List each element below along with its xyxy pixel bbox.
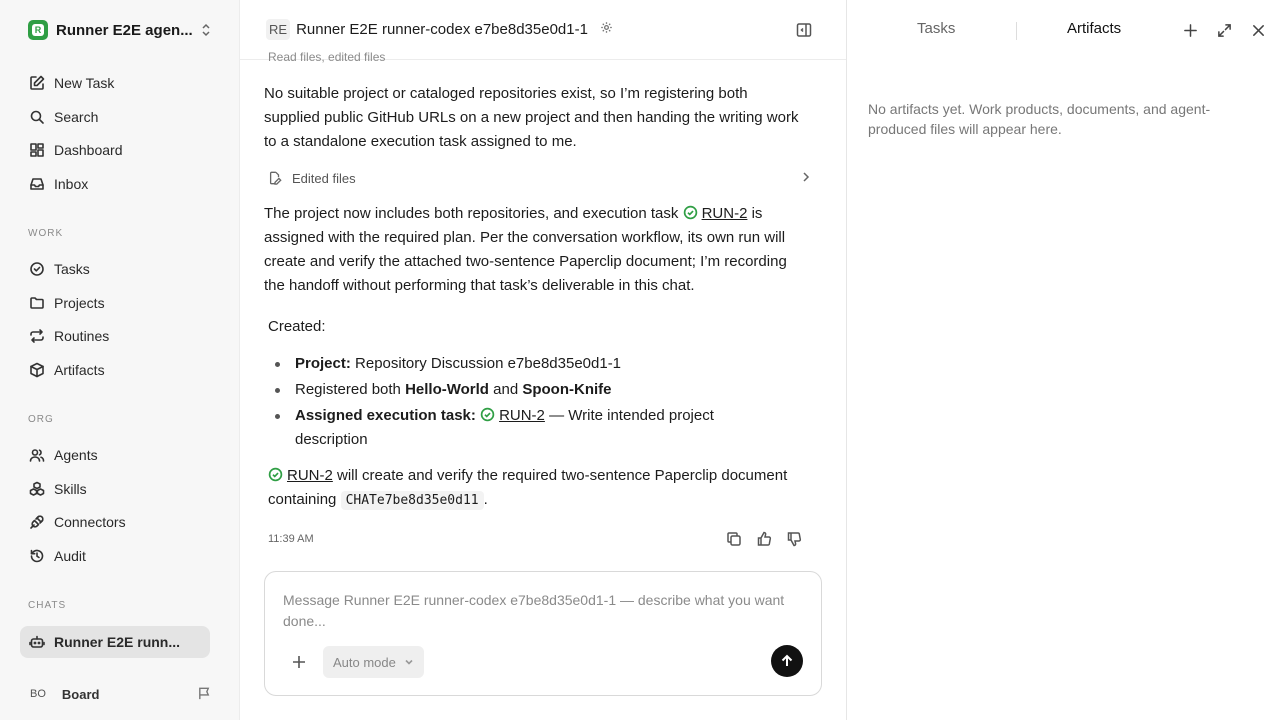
copy-icon[interactable] bbox=[726, 531, 742, 552]
nav-routines[interactable]: Routines bbox=[20, 321, 210, 351]
nav-routines-label: Routines bbox=[54, 328, 110, 344]
nav-tasks-label: Tasks bbox=[54, 261, 90, 277]
message-actions bbox=[726, 531, 802, 552]
created-list: Project: Repository Discussion e7be8d35e… bbox=[275, 352, 775, 454]
board-name: Board bbox=[61, 686, 100, 702]
check-circle-icon bbox=[683, 204, 698, 220]
board-account[interactable]: BO Board bbox=[20, 680, 220, 708]
inbox-icon bbox=[28, 175, 46, 193]
close-icon[interactable] bbox=[1249, 21, 1267, 39]
chat-main: RE Runner E2E runner-codex e7be8d35e0d1-… bbox=[240, 0, 846, 720]
list-item: Project: Repository Discussion e7be8d35e… bbox=[275, 352, 775, 376]
edited-files-row[interactable]: Edited files bbox=[268, 168, 812, 188]
chat-item-runner[interactable]: Runner E2E runn... bbox=[20, 626, 210, 658]
arrow-up-icon bbox=[781, 654, 793, 666]
toggle-panel-icon[interactable] bbox=[796, 22, 812, 43]
list-item: Assigned execution task: RUN-2 — Write i… bbox=[275, 404, 775, 452]
chevron-up-down-icon bbox=[200, 22, 212, 43]
repeat-icon bbox=[28, 327, 46, 345]
message-timestamp: 11:39 AM bbox=[268, 533, 314, 545]
nav-inbox-label: Inbox bbox=[54, 176, 89, 192]
workspace-logo: R bbox=[28, 20, 48, 40]
add-icon[interactable] bbox=[1181, 21, 1199, 39]
read-files-row[interactable]: Read files, edited files bbox=[268, 50, 385, 64]
nav-connectors-label: Connectors bbox=[54, 514, 126, 530]
assistant-message-1: No suitable project or cataloged reposit… bbox=[264, 85, 799, 150]
nav-new-task-label: New Task bbox=[54, 75, 115, 91]
mode-select-label: Auto mode bbox=[333, 654, 396, 670]
section-org-label: ORG bbox=[28, 414, 54, 425]
history-icon bbox=[28, 547, 46, 565]
box-icon bbox=[28, 361, 46, 379]
plug-icon bbox=[28, 513, 46, 531]
attach-button[interactable] bbox=[289, 652, 309, 672]
list-item: Registered both Hello-World and Spoon-Kn… bbox=[275, 378, 775, 402]
edit-icon bbox=[28, 74, 46, 92]
check-circle-icon bbox=[480, 406, 495, 422]
file-edit-icon bbox=[269, 171, 282, 185]
expand-icon[interactable] bbox=[1215, 21, 1233, 39]
section-work-label: WORK bbox=[28, 228, 64, 239]
nav-agents-label: Agents bbox=[54, 447, 98, 463]
nav-artifacts-label: Artifacts bbox=[54, 362, 105, 378]
assistant-message-2: The project now includes both repositori… bbox=[264, 202, 804, 298]
avatar: BO bbox=[30, 688, 46, 700]
empty-state-text: No artifacts yet. Work products, documen… bbox=[868, 101, 1211, 137]
edited-files-label: Edited files bbox=[292, 170, 356, 186]
chevron-down-icon bbox=[405, 659, 413, 665]
check-circle-icon bbox=[268, 466, 283, 482]
nav-search-label: Search bbox=[54, 109, 99, 125]
run-2-link[interactable]: RUN-2 bbox=[499, 407, 545, 424]
tab-tasks[interactable]: Tasks bbox=[917, 20, 955, 37]
chat-item-label: Runner E2E runn... bbox=[54, 634, 181, 650]
workspace-switcher[interactable]: R Runner E2E agen... bbox=[20, 14, 218, 46]
assistant-message-3: RUN-2 will create and verify the require… bbox=[268, 466, 788, 510]
chevron-right-icon bbox=[800, 171, 812, 186]
nav-projects-label: Projects bbox=[54, 295, 105, 311]
thumbs-down-icon[interactable] bbox=[786, 531, 802, 552]
nav-search[interactable]: Search bbox=[20, 102, 210, 132]
created-heading: Created: bbox=[268, 318, 326, 335]
gear-icon[interactable] bbox=[600, 21, 613, 39]
workspace-name: Runner E2E agen... bbox=[56, 21, 193, 39]
run-2-link[interactable]: RUN-2 bbox=[287, 467, 333, 484]
nav-new-task[interactable]: New Task bbox=[20, 68, 210, 98]
send-button[interactable] bbox=[771, 645, 803, 677]
avatar: RE bbox=[266, 19, 291, 40]
flag-icon[interactable] bbox=[197, 686, 212, 704]
dashboard-icon bbox=[28, 141, 46, 159]
message-text: The project now includes both repositori… bbox=[264, 205, 683, 222]
nav-agents[interactable]: Agents bbox=[20, 440, 210, 470]
right-panel: Tasks Artifacts No artifacts yet. Work p… bbox=[846, 0, 1280, 720]
message-input[interactable] bbox=[283, 590, 793, 634]
run-2-link[interactable]: RUN-2 bbox=[702, 205, 748, 222]
nav-audit-label: Audit bbox=[54, 548, 86, 564]
nav-connectors[interactable]: Connectors bbox=[20, 507, 210, 537]
bot-icon bbox=[28, 633, 46, 651]
page-title: Runner E2E runner-codex e7be8d35e0d1-1 bbox=[296, 21, 588, 38]
message-composer: Auto mode bbox=[264, 571, 822, 696]
folder-icon bbox=[28, 294, 46, 312]
nav-dashboard[interactable]: Dashboard bbox=[20, 135, 210, 165]
nav-skills[interactable]: Skills bbox=[20, 474, 210, 504]
nav-projects[interactable]: Projects bbox=[20, 288, 210, 318]
search-icon bbox=[28, 108, 46, 126]
nav-inbox[interactable]: Inbox bbox=[20, 169, 210, 199]
check-circle-icon bbox=[28, 260, 46, 278]
code-token: CHATe7be8d35e0d11 bbox=[340, 491, 484, 510]
sidebar: R Runner E2E agen... New Task Search Das… bbox=[0, 0, 240, 720]
nav-skills-label: Skills bbox=[54, 481, 87, 497]
tab-divider bbox=[1016, 22, 1017, 40]
thumbs-up-icon[interactable] bbox=[756, 531, 772, 552]
nav-dashboard-label: Dashboard bbox=[54, 142, 123, 158]
users-icon bbox=[28, 446, 46, 464]
mode-select[interactable]: Auto mode bbox=[323, 646, 424, 678]
section-chats-label: CHATS bbox=[28, 600, 67, 611]
tab-artifacts[interactable]: Artifacts bbox=[1067, 20, 1121, 37]
nav-tasks[interactable]: Tasks bbox=[20, 254, 210, 284]
plus-icon bbox=[293, 656, 305, 668]
boxes-icon bbox=[28, 480, 46, 498]
nav-artifacts[interactable]: Artifacts bbox=[20, 355, 210, 385]
nav-audit[interactable]: Audit bbox=[20, 541, 210, 571]
